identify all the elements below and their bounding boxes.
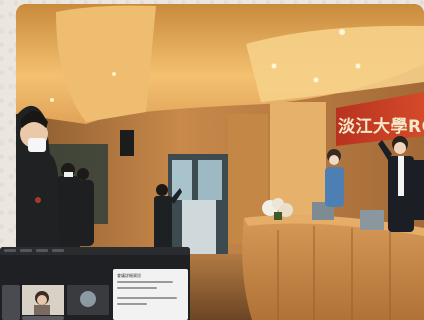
panel-line	[117, 281, 173, 283]
participant-tile	[2, 285, 20, 320]
panel-line	[117, 303, 147, 305]
video-meeting-window: 會議詳細資訊	[0, 247, 190, 320]
panel-title: 會議詳細資訊	[117, 273, 141, 278]
participant-initial-avatar	[80, 291, 96, 307]
panel-line	[117, 297, 177, 299]
meeting-toolbar	[0, 247, 190, 255]
participant-tile	[67, 285, 109, 315]
participant-video-tile	[22, 285, 64, 315]
panel-line	[117, 287, 157, 289]
meeting-details-panel: 會議詳細資訊	[113, 269, 188, 320]
participant-tile	[22, 316, 64, 320]
participant-avatar	[22, 285, 64, 315]
banner-text: 淡江大學ROTC	[338, 116, 424, 137]
